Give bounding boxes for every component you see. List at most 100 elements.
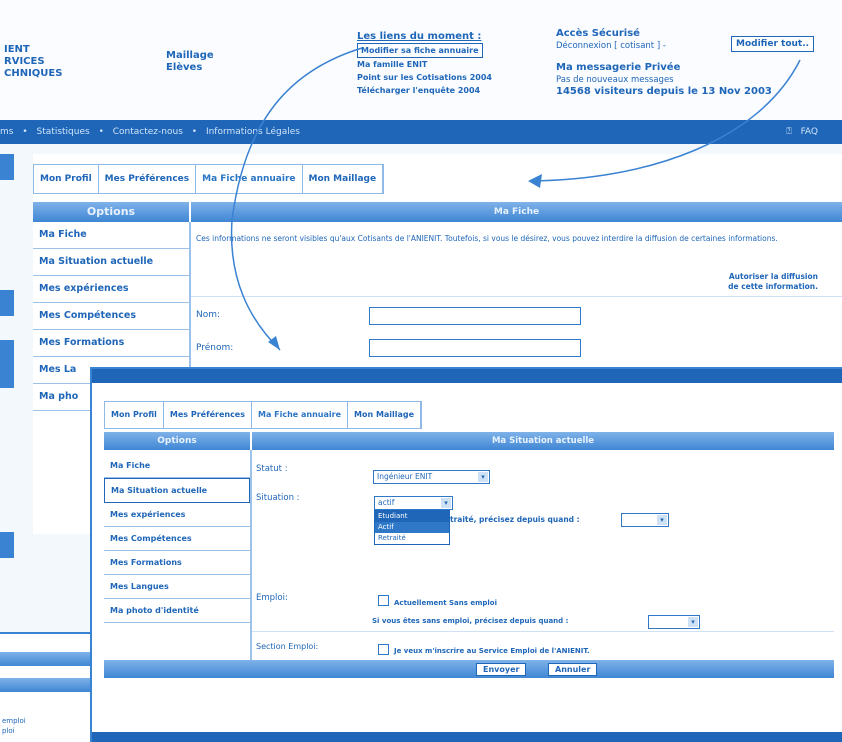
maillage-line: Maillage	[166, 50, 214, 61]
section-emploi-text: Je veux m'inscrire au Service Emploi de …	[394, 647, 590, 655]
options-header: Options	[104, 432, 250, 450]
option-experiences[interactable]: Mes expériences	[33, 276, 189, 303]
org-line: CHNIQUES	[4, 68, 63, 79]
tab-maillage[interactable]: Mon Maillage	[348, 402, 422, 428]
option-langues[interactable]: Mes Langues	[104, 575, 250, 599]
tab-bar: Mon Profil Mes Préférences Ma Fiche annu…	[33, 164, 385, 194]
nav-bullet: •	[98, 127, 104, 137]
cancel-button[interactable]: Annuler	[548, 663, 598, 676]
maillage-link[interactable]: Maillage Elèves	[166, 50, 214, 74]
situation-label: Situation :	[256, 493, 300, 503]
screen-situation: Mon Profil Mes Préférences Ma Fiche annu…	[90, 367, 842, 742]
option-retraite[interactable]: Retraité	[375, 533, 449, 544]
option-actif[interactable]: Actif	[375, 522, 449, 533]
option-ma-fiche[interactable]: Ma Fiche	[104, 454, 250, 478]
chevron-down-icon: ▾	[478, 472, 488, 482]
link-enquete[interactable]: Télécharger l'enquête 2004	[357, 84, 492, 97]
option-ma-fiche[interactable]: Ma Fiche	[33, 222, 189, 249]
option-experiences[interactable]: Mes expériences	[104, 503, 250, 527]
sans-emploi-label: Actuellement Sans emploi	[394, 599, 498, 607]
org-line: IENT	[4, 44, 30, 55]
left-rail-block	[0, 290, 14, 316]
chevron-down-icon: ▾	[441, 498, 451, 508]
nav-contact[interactable]: Contactez-nous	[113, 127, 183, 137]
option-photo[interactable]: Ma photo d'identité	[104, 599, 250, 623]
peek-line: ploi	[2, 727, 15, 735]
maillage-line: Elèves	[166, 62, 203, 73]
statut-label: Statut :	[256, 464, 288, 474]
nav-bar: ms • Statistiques • Contactez-nous • Inf…	[0, 120, 842, 144]
autoriser-line: Autoriser la diffusion	[728, 272, 818, 281]
situation-value: actif	[378, 498, 395, 507]
sans-emploi-note: Si vous êtes sans emploi, précisez depui…	[372, 617, 569, 625]
tab-fiche-annuaire[interactable]: Ma Fiche annuaire	[252, 402, 348, 428]
info-text: Ces informations ne seront visibles qu'a…	[196, 234, 778, 243]
autoriser-label: Autoriser la diffusion de cette informat…	[663, 272, 818, 292]
situation-select[interactable]: actif ▾	[374, 496, 453, 510]
prenom-label: Prénom:	[196, 343, 234, 353]
tab-maillage[interactable]: Mon Maillage	[303, 165, 384, 193]
tab-fiche-annuaire[interactable]: Ma Fiche annuaire	[196, 165, 303, 193]
option-situation[interactable]: Ma Situation actuelle	[33, 249, 189, 276]
option-formations[interactable]: Mes Formations	[33, 330, 189, 357]
nom-input[interactable]	[369, 307, 581, 325]
divider	[191, 296, 842, 297]
submit-button[interactable]: Envoyer	[476, 663, 527, 676]
autoriser-line: de cette information.	[728, 282, 818, 291]
nav-bullet: •	[22, 127, 28, 137]
site-header: IENT RVICES CHNIQUES Maillage Elèves Les…	[0, 0, 842, 120]
column-divider	[250, 450, 252, 660]
section-title: Ma Fiche	[191, 202, 842, 222]
faq-label: FAQ	[800, 127, 818, 137]
section-title: Ma Situation actuelle	[252, 432, 834, 450]
statut-value: Ingénieur ENIT	[377, 472, 433, 481]
tab-bar: Mon Profil Mes Préférences Ma Fiche annu…	[104, 401, 423, 429]
form-footer	[104, 660, 834, 678]
screen-emploi-peek: emploi ploi	[0, 632, 90, 742]
tab-profil[interactable]: Mon Profil	[105, 402, 164, 428]
nav-legal[interactable]: Informations Légales	[206, 127, 300, 137]
visitor-count: 14568 visiteurs depuis le 13 Nov 2003	[556, 86, 772, 97]
option-competences[interactable]: Mes Compétences	[104, 527, 250, 551]
nav-item[interactable]: ms	[0, 127, 13, 137]
sans-emploi-checkbox[interactable]	[378, 595, 389, 606]
section-emploi-checkbox[interactable]	[378, 644, 389, 655]
emploi-label: Emploi:	[256, 593, 288, 603]
section-emploi-label: Section Emploi:	[256, 642, 319, 651]
footer-bar	[92, 732, 842, 742]
retraite-label: traité, précisez depuis quand :	[450, 515, 580, 524]
modify-all-button[interactable]: Modifier tout..	[731, 36, 815, 52]
nom-label: Nom:	[196, 310, 221, 320]
tab-preferences[interactable]: Mes Préférences	[99, 165, 197, 193]
messagerie-status: Pas de nouveaux messages	[556, 75, 674, 85]
option-situation[interactable]: Ma Situation actuelle	[104, 478, 250, 503]
left-rail-block	[0, 340, 14, 388]
org-line: RVICES	[4, 56, 45, 67]
link-famille[interactable]: Ma famille ENIT	[357, 58, 492, 71]
nav-bullet: •	[191, 127, 198, 137]
left-rail-block	[0, 532, 14, 558]
retraite-since-select[interactable]: ▾	[621, 513, 669, 527]
faq-link[interactable]: ⍰ FAQ	[786, 120, 824, 144]
help-icon: ⍰	[786, 127, 792, 137]
org-name: IENT RVICES CHNIQUES	[4, 44, 62, 80]
nav-bar-compact	[92, 369, 842, 383]
link-modify-fiche[interactable]: Modifier sa fiche annuaire	[357, 43, 483, 58]
situation-dropdown: Etudiant Actif Retraité	[374, 510, 450, 545]
options-list: Ma Fiche Ma Situation actuelle Mes expér…	[104, 454, 250, 623]
acces-title: Accès Sécurisé	[556, 28, 640, 39]
nav-statistiques[interactable]: Statistiques	[37, 127, 90, 137]
statut-select[interactable]: Ingénieur ENIT ▾	[373, 470, 490, 484]
link-cotisations[interactable]: Point sur les Cotisations 2004	[357, 71, 492, 84]
option-etudiant[interactable]: Etudiant	[375, 511, 449, 522]
messagerie-link[interactable]: Ma messagerie Privée	[556, 62, 680, 73]
option-competences[interactable]: Mes Compétences	[33, 303, 189, 330]
links-title: Les liens du moment :	[357, 31, 482, 42]
options-header: Options	[33, 202, 189, 222]
option-formations[interactable]: Mes Formations	[104, 551, 250, 575]
peek-text: emploi ploi	[2, 716, 26, 736]
prenom-input[interactable]	[369, 339, 581, 357]
tab-profil[interactable]: Mon Profil	[34, 165, 99, 193]
sans-emploi-since-select[interactable]: ▾	[648, 615, 700, 629]
tab-preferences[interactable]: Mes Préférences	[164, 402, 252, 428]
